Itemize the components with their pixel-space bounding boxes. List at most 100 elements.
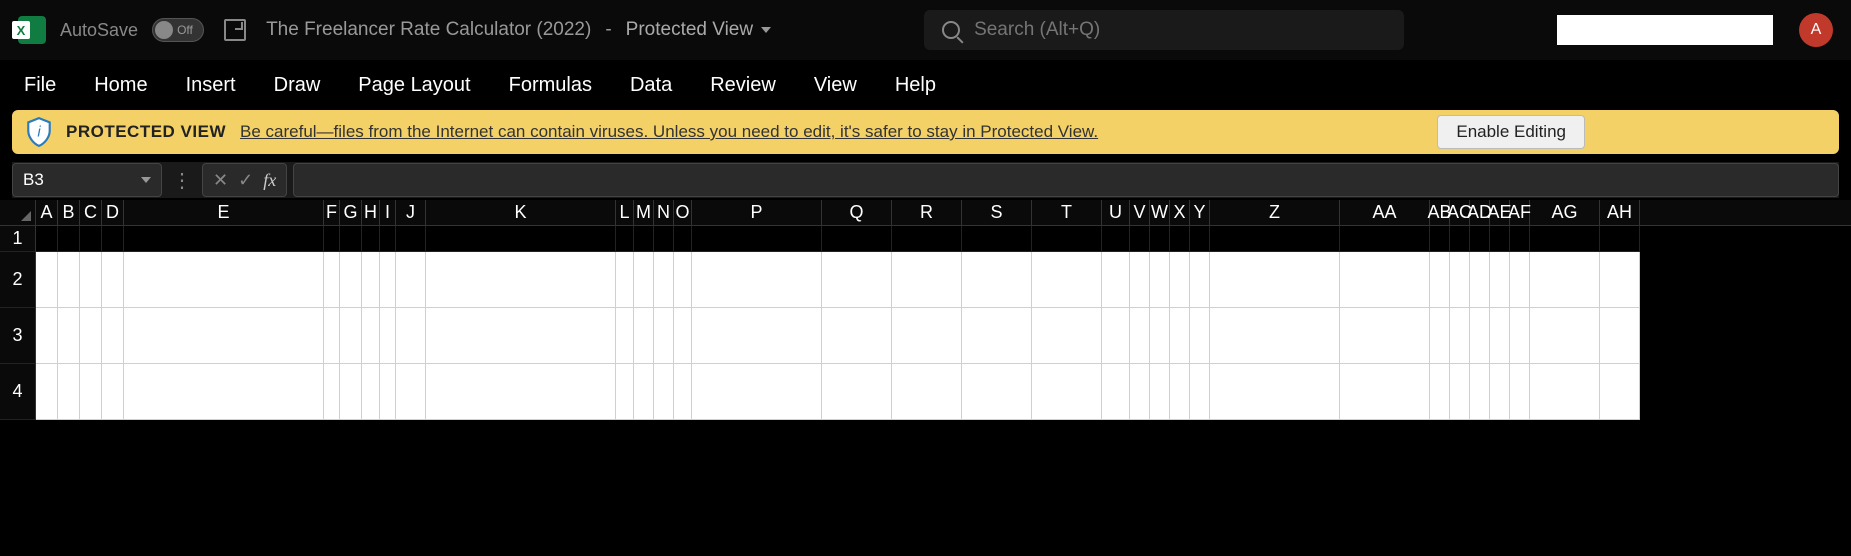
cell[interactable]: [1490, 226, 1510, 252]
cell[interactable]: [822, 308, 892, 364]
cell[interactable]: [1170, 252, 1190, 308]
cell[interactable]: [674, 252, 692, 308]
cell[interactable]: [396, 308, 426, 364]
cell[interactable]: [1530, 252, 1600, 308]
cell[interactable]: [340, 226, 362, 252]
column-header[interactable]: L: [616, 200, 634, 225]
cells-area[interactable]: [36, 226, 1851, 420]
cell[interactable]: [58, 308, 80, 364]
column-header[interactable]: AA: [1340, 200, 1430, 225]
cell[interactable]: [324, 252, 340, 308]
cell[interactable]: [1470, 308, 1490, 364]
cell[interactable]: [1470, 226, 1490, 252]
cell[interactable]: [1170, 364, 1190, 420]
cell[interactable]: [692, 308, 822, 364]
cell[interactable]: [1450, 226, 1470, 252]
name-box[interactable]: B3: [12, 163, 162, 197]
cell[interactable]: [396, 226, 426, 252]
column-header[interactable]: U: [1102, 200, 1130, 225]
cell[interactable]: [102, 364, 124, 420]
cell[interactable]: [634, 308, 654, 364]
formula-input[interactable]: [293, 163, 1839, 197]
cell[interactable]: [1150, 252, 1170, 308]
cell[interactable]: [1102, 308, 1130, 364]
column-header[interactable]: AF: [1510, 200, 1530, 225]
cell[interactable]: [1430, 364, 1450, 420]
tab-file[interactable]: File: [24, 74, 56, 97]
cell[interactable]: [362, 308, 380, 364]
cell[interactable]: [1430, 308, 1450, 364]
column-header[interactable]: E: [124, 200, 324, 225]
cell[interactable]: [1130, 364, 1150, 420]
cell[interactable]: [1340, 252, 1430, 308]
cell[interactable]: [1210, 252, 1340, 308]
tab-data[interactable]: Data: [630, 74, 672, 97]
cancel-formula-icon[interactable]: ✕: [213, 170, 228, 191]
cell[interactable]: [962, 308, 1032, 364]
column-header[interactable]: F: [324, 200, 340, 225]
cell[interactable]: [102, 252, 124, 308]
column-header[interactable]: I: [380, 200, 396, 225]
cell[interactable]: [1130, 226, 1150, 252]
cell[interactable]: [1210, 364, 1340, 420]
cell[interactable]: [36, 252, 58, 308]
tab-formulas[interactable]: Formulas: [509, 74, 592, 97]
cell[interactable]: [1102, 364, 1130, 420]
cell[interactable]: [102, 308, 124, 364]
cell[interactable]: [58, 226, 80, 252]
cell[interactable]: [1190, 252, 1210, 308]
cell[interactable]: [340, 252, 362, 308]
cell[interactable]: [1600, 252, 1640, 308]
cell[interactable]: [80, 226, 102, 252]
tab-page-layout[interactable]: Page Layout: [358, 74, 470, 97]
tab-draw[interactable]: Draw: [274, 74, 321, 97]
cell[interactable]: [962, 252, 1032, 308]
column-header[interactable]: M: [634, 200, 654, 225]
column-header[interactable]: V: [1130, 200, 1150, 225]
cell[interactable]: [1210, 226, 1340, 252]
cell[interactable]: [654, 252, 674, 308]
cell[interactable]: [692, 252, 822, 308]
search-input[interactable]: [974, 19, 1386, 41]
cell[interactable]: [822, 364, 892, 420]
cell[interactable]: [1130, 252, 1150, 308]
cell[interactable]: [1510, 226, 1530, 252]
cell[interactable]: [1430, 226, 1450, 252]
tab-help[interactable]: Help: [895, 74, 936, 97]
cell[interactable]: [124, 308, 324, 364]
cell[interactable]: [362, 364, 380, 420]
column-header[interactable]: W: [1150, 200, 1170, 225]
cell[interactable]: [634, 364, 654, 420]
cell[interactable]: [822, 226, 892, 252]
column-header[interactable]: AG: [1530, 200, 1600, 225]
cell[interactable]: [1450, 252, 1470, 308]
row-header[interactable]: 3: [0, 308, 36, 364]
cell[interactable]: [362, 226, 380, 252]
view-mode-dropdown[interactable]: Protected View: [626, 19, 771, 41]
cell[interactable]: [654, 364, 674, 420]
cell[interactable]: [1150, 364, 1170, 420]
cell[interactable]: [1032, 308, 1102, 364]
cell[interactable]: [1530, 226, 1600, 252]
cell[interactable]: [674, 226, 692, 252]
cell[interactable]: [1102, 252, 1130, 308]
tab-home[interactable]: Home: [94, 74, 147, 97]
column-header[interactable]: N: [654, 200, 674, 225]
column-header[interactable]: Y: [1190, 200, 1210, 225]
column-header[interactable]: X: [1170, 200, 1190, 225]
select-all-corner[interactable]: [0, 200, 36, 226]
column-header[interactable]: AE: [1490, 200, 1510, 225]
cell[interactable]: [1170, 226, 1190, 252]
cell[interactable]: [1530, 308, 1600, 364]
cell[interactable]: [396, 252, 426, 308]
cell[interactable]: [892, 308, 962, 364]
cell[interactable]: [634, 252, 654, 308]
cell[interactable]: [124, 226, 324, 252]
tab-review[interactable]: Review: [710, 74, 776, 97]
cell[interactable]: [1490, 252, 1510, 308]
cell[interactable]: [324, 308, 340, 364]
column-header[interactable]: H: [362, 200, 380, 225]
cell[interactable]: [1340, 308, 1430, 364]
cell[interactable]: [340, 308, 362, 364]
cell[interactable]: [616, 364, 634, 420]
